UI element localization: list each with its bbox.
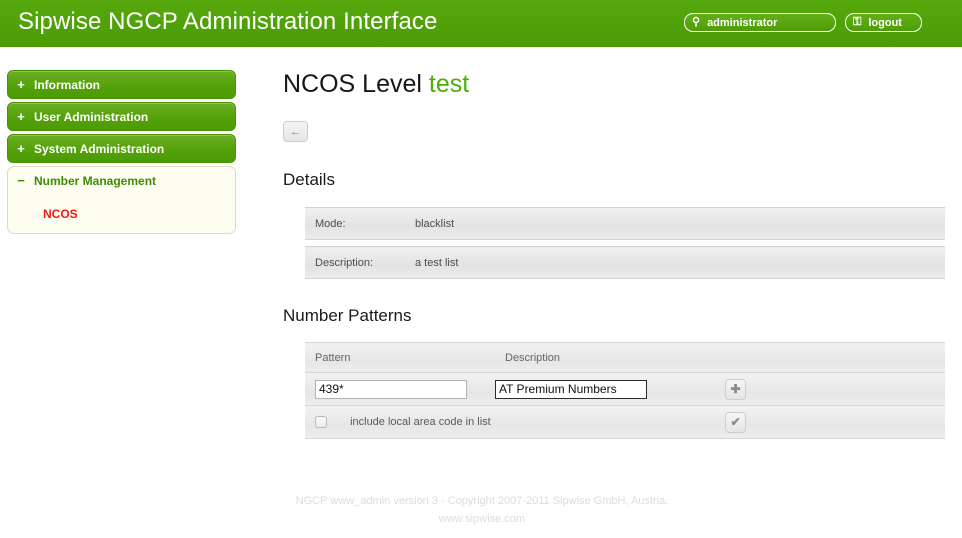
lock-icon: ⚿ bbox=[853, 16, 862, 28]
details-value: blacklist bbox=[415, 207, 945, 240]
app-header: Sipwise NGCP Administration Interface ⚲ … bbox=[0, 0, 962, 47]
sidebar-item-label: Number Management bbox=[34, 173, 157, 188]
add-pattern-button[interactable]: ✚ bbox=[725, 378, 746, 400]
page-title-prefix: NCOS Level bbox=[283, 70, 422, 98]
page-title: NCOS Level test bbox=[283, 62, 960, 99]
pattern-input[interactable] bbox=[315, 379, 467, 399]
back-button[interactable]: ← bbox=[283, 121, 308, 142]
footer: NGCP www_admin version 3 - Copyright 200… bbox=[236, 492, 728, 528]
description-input[interactable] bbox=[495, 379, 647, 399]
logout-button-label: logout bbox=[868, 16, 902, 29]
local-area-code-cell: include local area code in list bbox=[305, 405, 725, 439]
expand-plus-icon: + bbox=[17, 77, 25, 92]
details-heading: Details bbox=[283, 170, 335, 189]
page-title-accent: test bbox=[428, 70, 470, 98]
sidebar-item-system-administration[interactable]: + System Administration bbox=[7, 134, 236, 163]
main-content: NCOS Level test ← Details Mode: blacklis… bbox=[270, 62, 960, 439]
expand-plus-icon: + bbox=[17, 109, 25, 124]
sidebar-item-ncos[interactable]: NCOS bbox=[8, 207, 235, 221]
sidebar-item-user-administration[interactable]: + User Administration bbox=[7, 102, 236, 131]
sidebar-item-label: User Administration bbox=[34, 109, 149, 124]
user-button[interactable]: ⚲ administrator bbox=[684, 13, 836, 32]
details-label: Mode: bbox=[305, 207, 415, 240]
sidebar-item-label: System Administration bbox=[34, 141, 165, 156]
sidebar: + Information + User Administration + Sy… bbox=[7, 70, 236, 234]
number-patterns-heading: Number Patterns bbox=[283, 306, 412, 325]
logout-button[interactable]: ⚿ logout bbox=[845, 13, 922, 32]
description-cell bbox=[495, 372, 725, 406]
actions-cell: ✚ bbox=[725, 372, 945, 406]
footer-copyright: NGCP www_admin version 3 - Copyright 200… bbox=[295, 495, 669, 507]
expand-plus-icon: + bbox=[17, 141, 25, 156]
details-table: Mode: blacklist bbox=[305, 207, 945, 240]
plus-icon: ✚ bbox=[730, 382, 741, 396]
details-value: a test list bbox=[415, 246, 945, 279]
column-header-actions bbox=[725, 342, 945, 373]
include-local-area-code-label: include local area code in list bbox=[350, 415, 491, 428]
column-header-pattern: Pattern bbox=[305, 342, 495, 373]
confirm-button[interactable]: ✔ bbox=[725, 411, 746, 433]
header-actions: ⚲ administrator ⚿ logout bbox=[684, 13, 922, 32]
collapse-minus-icon: − bbox=[17, 173, 25, 188]
table-row: ✚ bbox=[305, 372, 945, 406]
include-local-area-code-checkbox[interactable] bbox=[315, 416, 327, 429]
app-title: Sipwise NGCP Administration Interface bbox=[18, 8, 438, 35]
back-bar: ← bbox=[283, 121, 960, 142]
footer-website: www.sipwise.com bbox=[438, 513, 526, 525]
sidebar-item-information[interactable]: + Information bbox=[7, 70, 236, 99]
user-button-label: administrator bbox=[707, 16, 778, 29]
confirm-cell: ✔ bbox=[725, 405, 945, 439]
table-header-row: Pattern Description bbox=[305, 342, 945, 373]
check-icon: ✔ bbox=[730, 415, 741, 429]
arrow-left-icon: ← bbox=[290, 125, 301, 138]
details-table-2: Description: a test list bbox=[305, 246, 945, 279]
number-patterns-table: Pattern Description ✚ include local area… bbox=[305, 342, 945, 439]
details-label: Description: bbox=[305, 246, 415, 279]
sidebar-group-number-management: − Number Management NCOS bbox=[7, 166, 236, 234]
details-row-description: Description: a test list bbox=[305, 246, 945, 279]
details-row-mode: Mode: blacklist bbox=[305, 207, 945, 240]
sidebar-item-label: Information bbox=[34, 77, 100, 92]
table-row-option: include local area code in list ✔ bbox=[305, 405, 945, 439]
user-icon: ⚲ bbox=[692, 16, 701, 28]
column-header-description: Description bbox=[495, 342, 725, 373]
pattern-cell bbox=[305, 372, 495, 406]
sidebar-item-number-management[interactable]: − Number Management bbox=[8, 167, 235, 194]
